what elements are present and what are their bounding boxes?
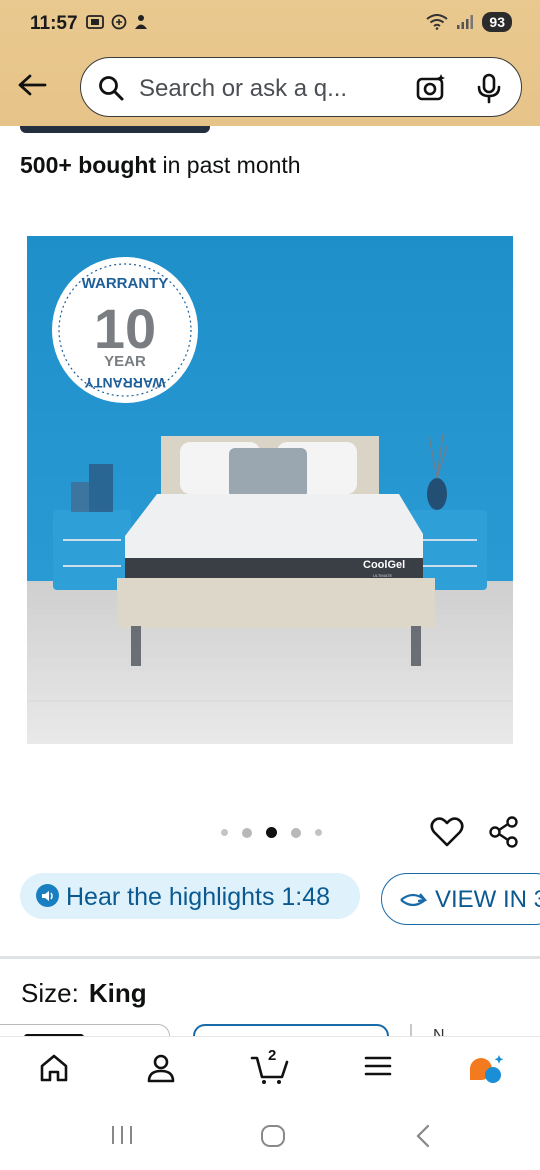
home-system-button[interactable] [260,1124,286,1153]
view-in-3d-label: VIEW IN 3 [435,886,540,913]
battery-indicator: 93 [482,12,512,32]
carousel-dot[interactable] [221,829,228,836]
recent-apps-icon [112,1126,132,1144]
size-value: King [88,978,147,1008]
menu-icon [364,1056,392,1076]
microphone-icon[interactable] [475,72,503,104]
camera-search-icon[interactable] [415,72,447,104]
search-input[interactable]: Search or ask a q... [139,75,347,103]
system-status-icons: 93 [426,12,512,32]
nav-menu[interactable] [364,1053,392,1084]
alexa-assistant-icon [470,1055,504,1083]
rotate-3d-icon [400,893,428,907]
back-button[interactable] [14,70,50,100]
heart-icon[interactable] [430,815,464,849]
view-in-3d-button[interactable]: VIEW IN 3 [381,873,540,925]
purchase-count-bold: 500+ bought [20,152,157,178]
nav-account[interactable] [146,1053,176,1088]
cart-count-badge: 2 [268,1047,277,1064]
search-bar[interactable]: Search or ask a q... [80,57,522,117]
hear-highlights-label: Hear the highlights 1:48 [66,883,331,911]
arrow-left-icon [18,74,47,96]
badge-top-text: WARRANTY [82,275,169,292]
product-photo: CoolGel ULTIMATE WARRANTY 10 YEAR WARRAN… [27,236,513,744]
mattress-brand-label: CoolGel [363,559,405,571]
carousel-dot-active[interactable] [266,827,277,838]
status-bar: 11:57 93 [0,0,540,48]
badge-unit: YEAR [104,353,146,370]
carousel-dot[interactable] [242,827,252,838]
home-icon [40,1054,68,1082]
size-label-text: Size: [21,978,79,1008]
nav-cart[interactable]: 2 [250,1047,290,1090]
screenshot-icon [86,15,104,29]
bottom-navigation: 2 [0,1036,540,1102]
app-header: 11:57 93 Search or ask a q... [0,0,540,126]
search-icon [99,76,124,101]
settings-icon [111,14,127,30]
purchase-count: 500+ bought in past month [20,152,301,179]
notification-icons [86,14,148,30]
purchase-count-rest: in past month [156,152,301,178]
hear-highlights-button[interactable]: Hear the highlights 1:48 [20,873,360,919]
badge-number: 10 [94,297,156,360]
mattress-brand-sublabel: ULTIMATE [373,573,393,578]
badge-bottom-text: WARRANTY [84,375,166,391]
home-circle-icon [261,1125,285,1147]
size-selector-label: Size: King [21,978,147,1009]
person-icon [135,15,147,29]
recent-apps-button[interactable] [110,1124,134,1151]
audio-icon [36,884,59,907]
system-navigation-bar [0,1102,540,1170]
carousel-dot[interactable] [291,827,301,838]
share-icon[interactable] [487,815,521,849]
status-time: 11:57 [30,13,78,34]
nav-home[interactable] [38,1053,70,1088]
chevron-left-icon [416,1124,430,1148]
back-system-button[interactable] [414,1124,432,1153]
carousel-dot[interactable] [315,829,322,836]
nav-rufus-assistant[interactable] [466,1053,506,1090]
wifi-icon [426,14,449,30]
account-icon [147,1054,175,1083]
section-divider [0,956,540,959]
product-image[interactable]: CoolGel ULTIMATE WARRANTY 10 YEAR WARRAN… [27,236,513,744]
signal-icon [457,15,474,29]
previous-section-bar [20,126,210,133]
image-carousel-indicator[interactable] [221,827,322,838]
